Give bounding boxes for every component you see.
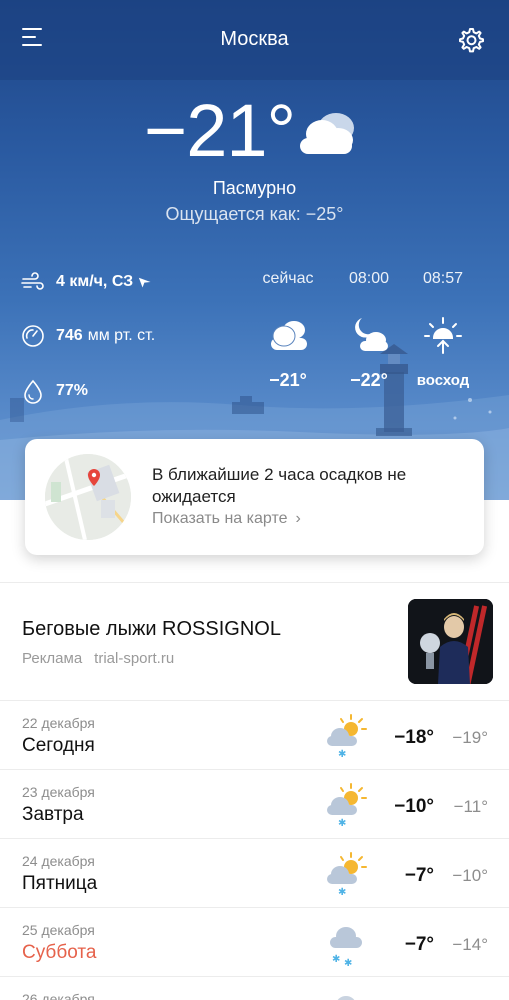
pressure-stat: 746 мм рт. ст.	[20, 323, 155, 349]
city-name[interactable]: Москва	[0, 28, 509, 51]
forecast-row[interactable]: 23 декабря Завтра ✱ −10° −11°	[0, 770, 509, 839]
forecast-high: −7°	[404, 865, 434, 886]
svg-text:✱: ✱	[332, 954, 340, 965]
svg-text:✱: ✱	[338, 818, 346, 828]
precipitation-text: В ближайшие 2 часа осадков не ожидается	[152, 465, 407, 506]
hourly-temp: восход	[416, 372, 470, 389]
cloudy-icon	[271, 321, 307, 350]
ad-meta: Реклама trial-sport.ru	[22, 650, 186, 667]
drop-icon	[24, 379, 42, 404]
current-temperature: −21°	[144, 89, 296, 172]
hourly-item-0800[interactable]: 08:00 −22°	[334, 270, 404, 391]
hourly-time: сейчас	[262, 270, 314, 287]
gauge-icon	[22, 325, 44, 347]
wind-icon	[21, 272, 44, 290]
hourly-item-now[interactable]: сейчас −21°	[253, 270, 323, 391]
humidity-stat: 77%	[20, 378, 88, 404]
forecast-date: 22 декабря	[22, 715, 95, 731]
divider	[0, 582, 509, 583]
pressure-unit: мм рт. ст.	[87, 327, 156, 344]
forecast-day: Сегодня	[22, 735, 95, 756]
map-thumbnail[interactable]	[45, 454, 131, 540]
svg-text:✱: ✱	[338, 749, 346, 759]
precipitation-card[interactable]: В ближайшие 2 часа осадков не ожидается …	[25, 439, 484, 555]
forecast-high: −7°	[404, 934, 434, 955]
hourly-temp: −22°	[350, 370, 388, 390]
ad-photo	[408, 599, 493, 684]
show-on-map-label: Показать на карте	[152, 510, 288, 527]
forecast-row[interactable]: 22 декабря Сегодня ✱ −18° −19°	[0, 701, 509, 770]
cloud-snow-icon: ✱ ✱	[330, 927, 362, 966]
forecast-low: −14°	[452, 935, 488, 954]
arrow-icon	[139, 277, 151, 288]
ad-label: Реклама	[22, 650, 83, 667]
forecast-low: −11°	[453, 797, 488, 816]
weather-hero: Москва −21° Пасмурно Ощущается как: −25°…	[0, 0, 509, 500]
weather-condition: Пасмурно	[212, 178, 297, 198]
ad-image[interactable]	[408, 599, 493, 684]
show-on-map-link[interactable]: Показать на карте ›	[152, 510, 301, 528]
wind-value: 4 км/ч, СЗ	[56, 273, 134, 290]
forecast-date: 23 декабря	[22, 784, 95, 800]
forecast-high: −10°	[394, 796, 434, 817]
forecast-low: −10°	[452, 866, 488, 885]
top-bar: Москва	[0, 0, 509, 80]
svg-text:✱: ✱	[338, 887, 346, 897]
forecast-date: 26 декабря	[22, 991, 95, 1000]
svg-text:✱: ✱	[344, 958, 352, 966]
map-icon	[45, 454, 131, 540]
sunrise-icon	[424, 317, 462, 354]
forecast-high: −18°	[394, 727, 434, 748]
hourly-temp: −21°	[269, 370, 307, 390]
humidity-value: 77%	[56, 382, 89, 399]
feels-like: Ощущается как: −25°	[165, 204, 344, 224]
forecast-row[interactable]: 25 декабря Суббота ✱ ✱ −7° −14°	[0, 908, 509, 977]
cloudy-icon	[300, 113, 354, 154]
wind-stat: 4 км/ч, СЗ	[20, 269, 153, 295]
forecast-day: Суббота	[22, 942, 97, 963]
forecast-date: 24 декабря	[22, 853, 95, 869]
forecast-row[interactable]: 24 декабря Пятница ✱ −7° −10°	[0, 839, 509, 908]
forecast-row[interactable]: 26 декабря	[0, 977, 509, 1000]
moon-cloud-icon	[355, 318, 388, 351]
ad-domain[interactable]: trial-sport.ru	[94, 650, 174, 667]
ad-title[interactable]: Беговые лыжи ROSSIGNOL	[22, 618, 281, 641]
gear-icon[interactable]	[457, 26, 485, 54]
sun-cloud-snow-icon: ✱	[327, 852, 367, 897]
forecast-day: Пятница	[22, 873, 98, 894]
cloud-icon	[337, 996, 355, 1000]
hourly-item-sunrise[interactable]: 08:57 восход	[408, 270, 478, 389]
chevron-right-icon: ›	[295, 510, 301, 527]
pressure-value: 746	[56, 327, 83, 344]
forecast-date: 25 декабря	[22, 922, 95, 938]
forecast-day: Завтра	[22, 804, 84, 825]
sun-cloud-snow-icon: ✱	[327, 783, 367, 828]
sun-cloud-snow-icon: ✱	[327, 714, 367, 759]
hourly-time: 08:00	[348, 270, 390, 287]
forecast-low: −19°	[452, 728, 488, 747]
hourly-time: 08:57	[422, 270, 464, 287]
